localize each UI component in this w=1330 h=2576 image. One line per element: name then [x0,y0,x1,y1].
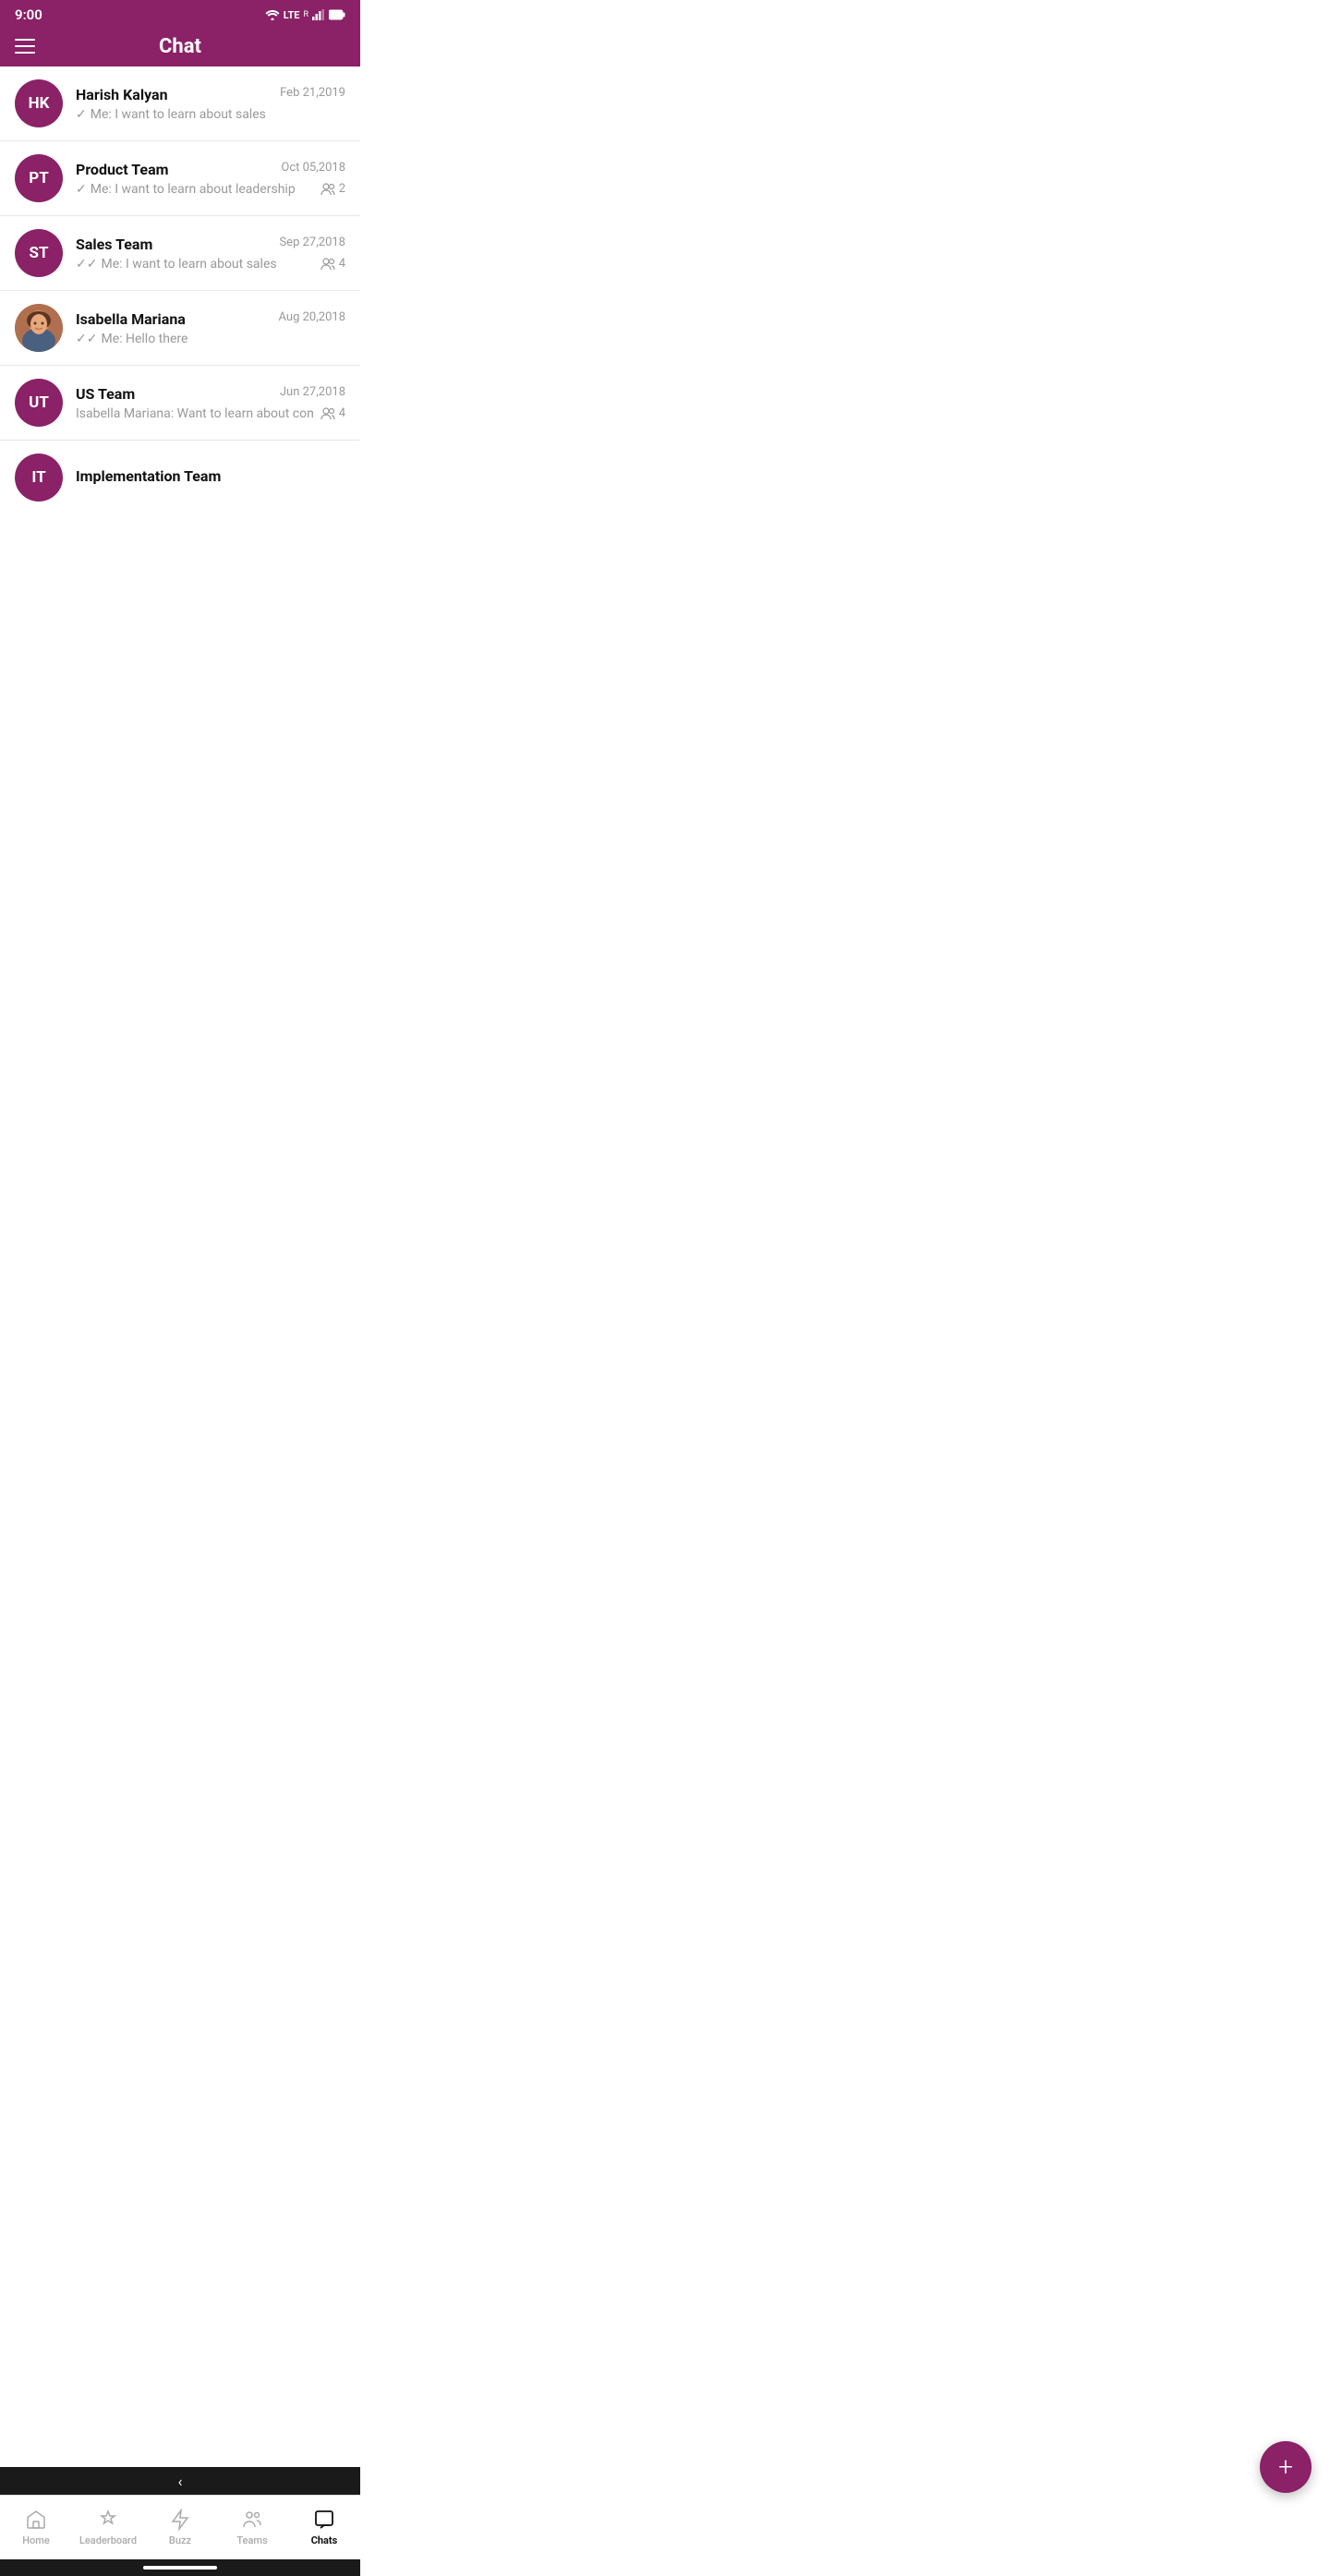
chat-date-us-team: Jun 27,2018 [280,385,345,399]
avatar-product-team: PT [15,154,63,202]
double-check-icon-isabella: ✓✓ [76,332,97,346]
avatar-harish-kalyan: HK [15,79,63,127]
chat-name-isabella-mariana: Isabella Mariana [76,310,186,328]
member-badge-product-team: 2 [320,182,345,196]
nav-label-teams: Teams [236,2534,267,2546]
new-chat-fab[interactable]: + [1260,2441,1312,2493]
chat-list: HK Harish Kalyan Feb 21,2019 ✓ Me: I wan… [0,67,360,514]
members-icon-us [320,407,335,420]
add-icon: + [1278,2454,1293,2480]
member-badge-us-team: 4 [320,406,345,420]
chat-preview-product-team: ✓ Me: I want to learn about leadership [76,182,313,197]
nav-label-leaderboard: Leaderboard [79,2534,137,2546]
home-icon [25,2509,47,2531]
chat-content-sales-team: Sales Team Sep 27,2018 ✓✓ Me: I want to … [76,236,345,272]
nav-label-chats: Chats [311,2534,338,2546]
members-icon-sales [320,258,335,271]
chat-name-us-team: US Team [76,385,135,403]
chat-item-sales-team[interactable]: ST Sales Team Sep 27,2018 ✓✓ Me: I want … [0,216,360,291]
nav-item-buzz[interactable]: Buzz [144,2496,216,2559]
chat-name-implementation-team: Implementation Team [76,467,221,485]
chat-content-harish-kalyan: Harish Kalyan Feb 21,2019 ✓ Me: I want t… [76,86,345,122]
chat-preview-harish-kalyan: ✓ Me: I want to learn about sales [76,107,345,122]
leaderboard-icon [97,2509,119,2531]
chat-content-isabella-mariana: Isabella Mariana Aug 20,2018 ✓✓ Me: Hell… [76,310,345,346]
nav-item-leaderboard[interactable]: Leaderboard [72,2496,144,2559]
chat-item-isabella-mariana[interactable]: Isabella Mariana Aug 20,2018 ✓✓ Me: Hell… [0,291,360,366]
lte-label: LTE [284,9,300,21]
signal-icon [312,9,325,20]
chat-content-us-team: US Team Jun 27,2018 Isabella Mariana: Wa… [76,385,345,421]
teams-icon [241,2509,263,2531]
chat-name-harish-kalyan: Harish Kalyan [76,86,168,103]
battery-icon [329,9,345,20]
header-title: Chat [159,35,201,58]
nav-item-home[interactable]: Home [0,2496,72,2559]
chat-preview-isabella-mariana: ✓✓ Me: Hello there [76,332,345,346]
chat-name-sales-team: Sales Team [76,236,152,253]
chat-name-product-team: Product Team [76,161,169,178]
avatar-us-team: UT [15,379,63,427]
chat-date-product-team: Oct 05,2018 [281,161,345,175]
chat-date-harish-kalyan: Feb 21,2019 [280,86,345,100]
check-icon-single: ✓ [76,107,87,122]
avatar-isabella-mariana [15,304,63,352]
chat-date-isabella-mariana: Aug 20,2018 [279,310,346,324]
app-header: Chat [0,30,360,67]
chat-content-implementation-team: Implementation Team [76,467,345,489]
chat-item-us-team[interactable]: UT US Team Jun 27,2018 Isabella Mariana:… [0,366,360,441]
avatar-sales-team: ST [15,229,63,277]
nav-item-teams[interactable]: Teams [216,2496,288,2559]
nav-back-area: ‹ [0,2467,360,2495]
chat-preview-us-team: Isabella Mariana: Want to learn about co… [76,406,313,421]
chat-date-sales-team: Sep 27,2018 [279,236,345,249]
nav-label-buzz: Buzz [169,2534,191,2546]
status-icons: LTE R [265,9,345,21]
chat-item-product-team[interactable]: PT Product Team Oct 05,2018 ✓ Me: I want… [0,141,360,216]
r-label: R [303,10,308,19]
nav-item-chats[interactable]: Chats [288,2496,360,2559]
status-time: 9:00 [15,6,42,23]
hamburger-menu[interactable] [15,39,35,54]
back-arrow[interactable]: ‹ [178,2473,183,2490]
gesture-bar [0,2559,360,2576]
buzz-icon [169,2509,191,2531]
chat-item-harish-kalyan[interactable]: HK Harish Kalyan Feb 21,2019 ✓ Me: I wan… [0,67,360,141]
status-bar: 9:00 LTE R [0,0,360,30]
chats-icon [313,2509,335,2531]
nav-label-home: Home [22,2534,50,2546]
check-icon-product: ✓ [76,182,87,197]
member-badge-sales-team: 4 [320,257,345,271]
bottom-navigation: Home Leaderboard Buzz Teams Chats [0,2495,360,2559]
gesture-pill [143,2566,217,2570]
avatar-implementation-team: IT [15,454,63,502]
wifi-icon [265,9,280,20]
chat-content-product-team: Product Team Oct 05,2018 ✓ Me: I want to… [76,161,345,197]
chat-preview-sales-team: ✓✓ Me: I want to learn about sales [76,257,313,272]
double-check-icon-sales: ✓✓ [76,257,97,272]
members-icon [320,183,335,196]
chat-item-implementation-team[interactable]: IT Implementation Team [0,441,360,514]
